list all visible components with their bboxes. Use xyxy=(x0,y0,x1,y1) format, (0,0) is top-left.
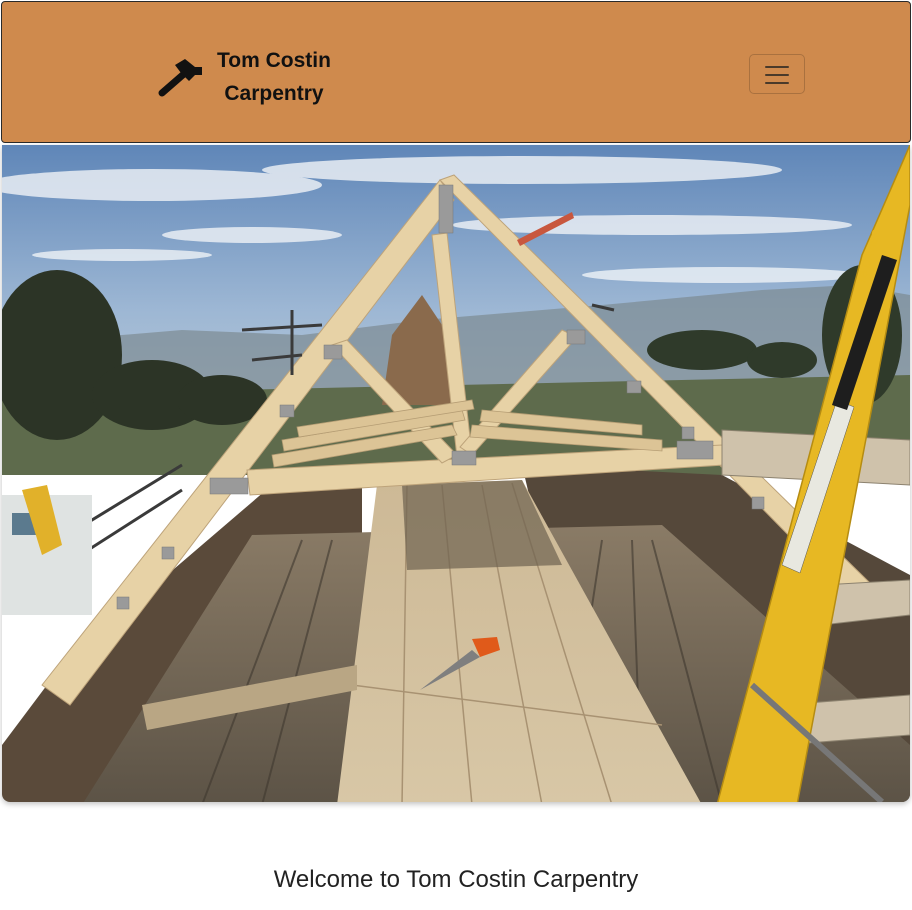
welcome-heading: Welcome to Tom Costin Carpentry xyxy=(273,866,639,893)
hamburger-icon xyxy=(765,66,789,84)
brand-link[interactable]: Tom Costin Carpentry xyxy=(155,44,333,110)
brand-line-2: Carpentry xyxy=(224,82,324,105)
hammer-icon xyxy=(158,59,202,97)
roof-truss-photo: TB DAVIES xyxy=(2,145,910,802)
brand-line-1: Tom Costin xyxy=(217,49,331,72)
navbar-toggle-button[interactable] xyxy=(749,54,805,94)
navbar: Tom Costin Carpentry xyxy=(1,1,911,143)
hero-image: TB DAVIES xyxy=(2,145,910,802)
brand-name: Tom Costin Carpentry xyxy=(215,44,333,110)
